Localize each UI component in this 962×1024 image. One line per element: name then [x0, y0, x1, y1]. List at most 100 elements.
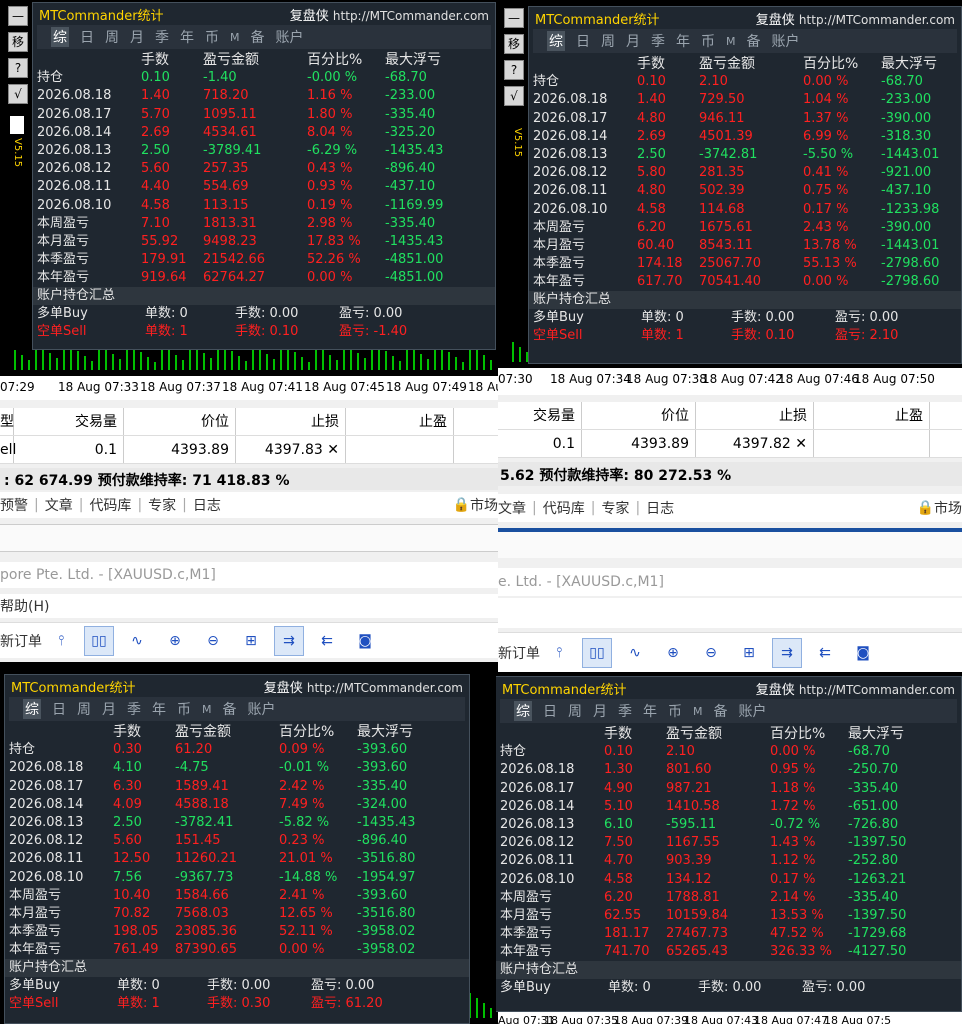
- tab-4[interactable]: 季: [651, 31, 665, 51]
- cell-pnl: 2.10: [699, 74, 728, 90]
- cell-pct: -0.72 %: [770, 817, 821, 833]
- cell-pnl: -3782.41: [175, 815, 234, 831]
- tab-2[interactable]: 周: [601, 31, 615, 51]
- tab-6[interactable]: 币: [701, 31, 715, 51]
- zoom-out-icon[interactable]: ⊖: [198, 626, 228, 656]
- side-button-3[interactable]: √: [8, 84, 28, 104]
- site-url[interactable]: http://MTCommander.com: [799, 13, 955, 27]
- new-order-button[interactable]: 新订单: [498, 643, 540, 663]
- side-button-3[interactable]: √: [504, 86, 524, 106]
- tab-9[interactable]: 账户: [739, 701, 767, 721]
- cell-pnl: -595.11: [666, 817, 717, 833]
- site-link[interactable]: 复盘侠 http://MTCommander.com: [264, 677, 463, 696]
- tab-2[interactable]: 周: [105, 27, 119, 47]
- tab-7[interactable]: M: [202, 703, 212, 716]
- tab-5[interactable]: 年: [152, 699, 166, 719]
- zoom-in-icon[interactable]: ⊕: [658, 638, 688, 668]
- side-button-2[interactable]: ?: [504, 60, 524, 80]
- tab-1[interactable]: 日: [52, 699, 66, 719]
- tab-1[interactable]: 日: [543, 701, 557, 721]
- bar-chart-icon[interactable]: ⫯: [46, 626, 76, 656]
- tab-3[interactable]: 月: [626, 31, 640, 51]
- tab-4[interactable]: 季: [127, 699, 141, 719]
- tab-2[interactable]: 周: [568, 701, 582, 721]
- grid-icon[interactable]: ⊞: [236, 626, 266, 656]
- tab-5[interactable]: 年: [643, 701, 657, 721]
- tab-5[interactable]: 年: [676, 31, 690, 51]
- tab-8[interactable]: 备: [251, 27, 265, 47]
- tab-6[interactable]: 币: [668, 701, 682, 721]
- bar-chart-icon[interactable]: ⫯: [544, 638, 574, 668]
- autoscroll-icon[interactable]: ⇉: [772, 637, 802, 668]
- tab-3[interactable]: 月: [130, 27, 144, 47]
- site-link[interactable]: 复盘侠 http://MTCommander.com: [756, 679, 955, 698]
- tab-3[interactable]: 月: [102, 699, 116, 719]
- bottom-tab[interactable]: 日志: [646, 498, 674, 518]
- order-row[interactable]: ell 0.1 4393.89 4397.83 ✕: [0, 436, 498, 464]
- grid-icon[interactable]: ⊞: [734, 638, 764, 668]
- row-label: 2026.08.11: [533, 183, 608, 199]
- tab-7[interactable]: M: [726, 35, 736, 48]
- bottom-tab[interactable]: 专家: [148, 495, 176, 515]
- bottom-tab[interactable]: 文章: [45, 495, 73, 515]
- side-button-2[interactable]: ?: [8, 58, 28, 78]
- site-url[interactable]: http://MTCommander.com: [307, 681, 463, 695]
- tab-9[interactable]: 账户: [248, 699, 276, 719]
- candle-chart-icon[interactable]: ▯▯: [84, 625, 114, 656]
- candle-chart-icon[interactable]: ▯▯: [582, 637, 612, 668]
- bottom-tab[interactable]: 专家: [601, 498, 629, 518]
- tab-0[interactable]: 综: [547, 31, 565, 51]
- tab-1[interactable]: 日: [80, 27, 94, 47]
- tab-0[interactable]: 综: [514, 701, 532, 721]
- buy-summary: 多单Buy 单数: 0 手数: 0.00 盈亏: 0.00: [33, 305, 495, 323]
- bottom-tab[interactable]: 日志: [193, 495, 221, 515]
- zoom-out-icon[interactable]: ⊖: [696, 638, 726, 668]
- market-tab[interactable]: 市场: [470, 495, 498, 515]
- side-button-0[interactable]: —: [8, 6, 28, 26]
- tab-3[interactable]: 月: [593, 701, 607, 721]
- tab-4[interactable]: 季: [618, 701, 632, 721]
- line-chart-icon[interactable]: ∿: [620, 638, 650, 668]
- chart-shift-icon[interactable]: ⇇: [312, 626, 342, 656]
- site-link[interactable]: 复盘侠 http://MTCommander.com: [756, 9, 955, 28]
- tab-7[interactable]: M: [693, 705, 703, 718]
- menu-help[interactable]: 帮助(H): [0, 596, 49, 616]
- chart-shift-icon[interactable]: ⇇: [810, 638, 840, 668]
- panel-title: MTCommander统计: [11, 680, 136, 696]
- site-link[interactable]: 复盘侠 http://MTCommander.com: [290, 5, 489, 24]
- tab-8[interactable]: 备: [223, 699, 237, 719]
- tab-1[interactable]: 日: [576, 31, 590, 51]
- tab-6[interactable]: 币: [177, 699, 191, 719]
- bottom-tab[interactable]: 代码库: [543, 498, 585, 518]
- tab-8[interactable]: 备: [714, 701, 728, 721]
- tab-8[interactable]: 备: [747, 31, 761, 51]
- market-tab[interactable]: 市场: [934, 498, 962, 518]
- screenshot-icon[interactable]: ◙: [848, 638, 878, 668]
- side-button-1[interactable]: 移: [504, 34, 524, 54]
- buy-summary: 多单Buy 单数: 0 手数: 0.00 盈亏: 0.00: [529, 309, 961, 327]
- screenshot-icon[interactable]: ◙: [350, 626, 380, 656]
- bottom-tab[interactable]: 预警: [0, 495, 28, 515]
- candle: [483, 355, 485, 370]
- order-row[interactable]: 0.1 4393.89 4397.82 ✕: [498, 430, 962, 458]
- cell-pnl: 987.21: [666, 780, 712, 796]
- tab-7[interactable]: M: [230, 31, 240, 44]
- tab-9[interactable]: 账户: [772, 31, 800, 51]
- tab-4[interactable]: 季: [155, 27, 169, 47]
- tab-0[interactable]: 综: [23, 699, 41, 719]
- side-button-1[interactable]: 移: [8, 32, 28, 52]
- site-url[interactable]: http://MTCommander.com: [333, 9, 489, 23]
- zoom-in-icon[interactable]: ⊕: [160, 626, 190, 656]
- bottom-tab[interactable]: 文章: [498, 498, 526, 518]
- tab-5[interactable]: 年: [180, 27, 194, 47]
- site-url[interactable]: http://MTCommander.com: [799, 683, 955, 697]
- tab-6[interactable]: 币: [205, 27, 219, 47]
- new-order-button[interactable]: 新订单: [0, 631, 42, 651]
- tab-9[interactable]: 账户: [276, 27, 304, 47]
- side-button-0[interactable]: —: [504, 8, 524, 28]
- tab-2[interactable]: 周: [77, 699, 91, 719]
- bottom-tab[interactable]: 代码库: [89, 495, 131, 515]
- tab-0[interactable]: 综: [51, 27, 69, 47]
- autoscroll-icon[interactable]: ⇉: [274, 625, 304, 656]
- line-chart-icon[interactable]: ∿: [122, 626, 152, 656]
